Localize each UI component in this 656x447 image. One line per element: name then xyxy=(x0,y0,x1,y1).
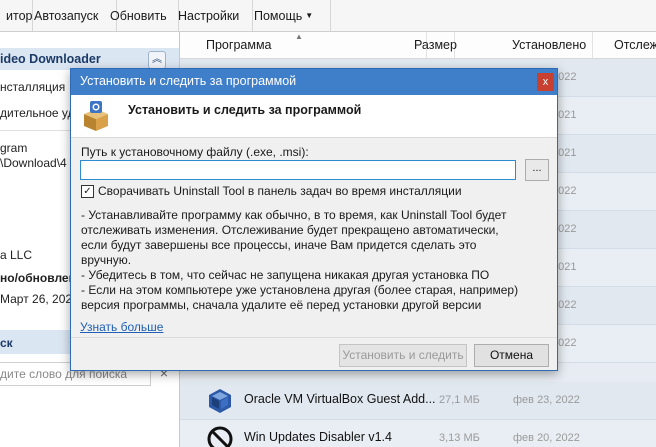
column-header-bar: Программа ▲ Размер Установлено Отслеж xyxy=(180,32,656,59)
row-name: Win Updates Disabler v1.4 xyxy=(244,430,392,444)
info-line: отслеживать изменения. Отслеживание буде… xyxy=(81,223,499,237)
list-row-virtualbox[interactable]: Oracle VM VirtualBox Guest Add... 27,1 М… xyxy=(180,382,656,420)
toolbar-refresh-label: Обновить xyxy=(110,8,167,23)
sidebar-search-label: ск xyxy=(0,336,13,350)
minimize-to-tray-checkbox[interactable]: ✓ xyxy=(81,185,94,198)
main-toolbar: итор Автозапуск Обновить Настройки Помощ… xyxy=(0,0,656,32)
toolbar-help-button[interactable]: Помощь ▼ xyxy=(248,0,331,31)
info-line: вручную. xyxy=(81,253,132,267)
toolbar-settings-label: Настройки xyxy=(178,8,240,23)
installer-path-input[interactable] xyxy=(80,160,516,180)
sidebar-line-long-uninstall[interactable]: дительное уд xyxy=(0,106,75,120)
column-size[interactable]: Размер xyxy=(402,32,457,58)
info-line: - Убедитесь в том, что сейчас не запущен… xyxy=(81,268,490,282)
sort-arrow-icon: ▲ xyxy=(295,32,303,41)
sidebar-line-path: \Download\4 xyxy=(0,156,67,170)
toolbar-help-label: Помощь xyxy=(254,8,303,23)
cancel-button[interactable]: Отмена xyxy=(474,344,549,367)
column-traced[interactable]: Отслеж xyxy=(590,32,656,58)
sidebar-line-publisher: a LLC xyxy=(0,248,33,262)
info-line: - Если на этом компьютере уже установлен… xyxy=(81,283,519,297)
install-and-trace-button[interactable]: Установить и следить xyxy=(339,344,467,367)
disabler-icon xyxy=(207,426,233,447)
row-date: фев 23, 2022 xyxy=(513,394,580,406)
sidebar-line-updated: но/обновлен xyxy=(0,271,76,285)
list-row-win-updates-disabler[interactable]: Win Updates Disabler v1.4 3,13 МБ фев 20… xyxy=(180,420,656,447)
virtualbox-icon xyxy=(209,389,231,413)
install-package-icon xyxy=(84,101,108,131)
info-line: версия программы, сначала удалите её пер… xyxy=(81,298,482,312)
row-size: 3,13 МБ xyxy=(439,432,480,444)
dialog-window-title: Установить и следить за программой xyxy=(80,74,297,88)
toolbar-refresh-button[interactable]: Обновить xyxy=(104,0,179,31)
minimize-to-tray-label[interactable]: Сворачивать Uninstall Tool в панель зада… xyxy=(98,184,462,198)
info-line: - Устанавливайте программу как обычно, в… xyxy=(81,208,507,222)
sidebar-app-title: ideo Downloader xyxy=(0,52,101,66)
row-name: Oracle VM VirtualBox Guest Add... xyxy=(244,392,436,406)
sidebar-line-program: gram xyxy=(0,141,28,155)
browse-button[interactable]: ... xyxy=(525,159,549,181)
toolbar-autorun-label: Автозапуск xyxy=(34,8,99,23)
row-size: 27,1 МБ xyxy=(439,394,480,406)
sidebar-line-install[interactable]: нсталляция xyxy=(0,80,65,94)
dialog-titlebar[interactable]: Установить и следить за программой x xyxy=(71,69,557,95)
dialog-header: Установить и следить за программой xyxy=(71,95,557,138)
toolbar-settings-button[interactable]: Настройки xyxy=(172,0,253,31)
footer-divider xyxy=(71,337,557,338)
install-and-trace-dialog: Установить и следить за программой x Уст… xyxy=(70,68,558,371)
column-installed[interactable]: Установлено xyxy=(488,32,593,58)
close-button[interactable]: x xyxy=(537,73,554,91)
info-line: если будут завершены все процессы, иначе… xyxy=(81,238,477,252)
dialog-header-title: Установить и следить за программой xyxy=(128,103,362,117)
column-program[interactable]: Программа xyxy=(180,32,427,58)
collapse-icon[interactable]: ︽ xyxy=(148,51,166,69)
sidebar-line-date: Март 26, 2022 xyxy=(0,292,79,306)
row-date: фев 20, 2022 xyxy=(513,432,580,444)
chevron-down-icon: ▼ xyxy=(305,11,314,20)
learn-more-link[interactable]: Узнать больше xyxy=(80,320,163,334)
path-label: Путь к установочному файлу (.exe, .msi): xyxy=(81,145,309,159)
